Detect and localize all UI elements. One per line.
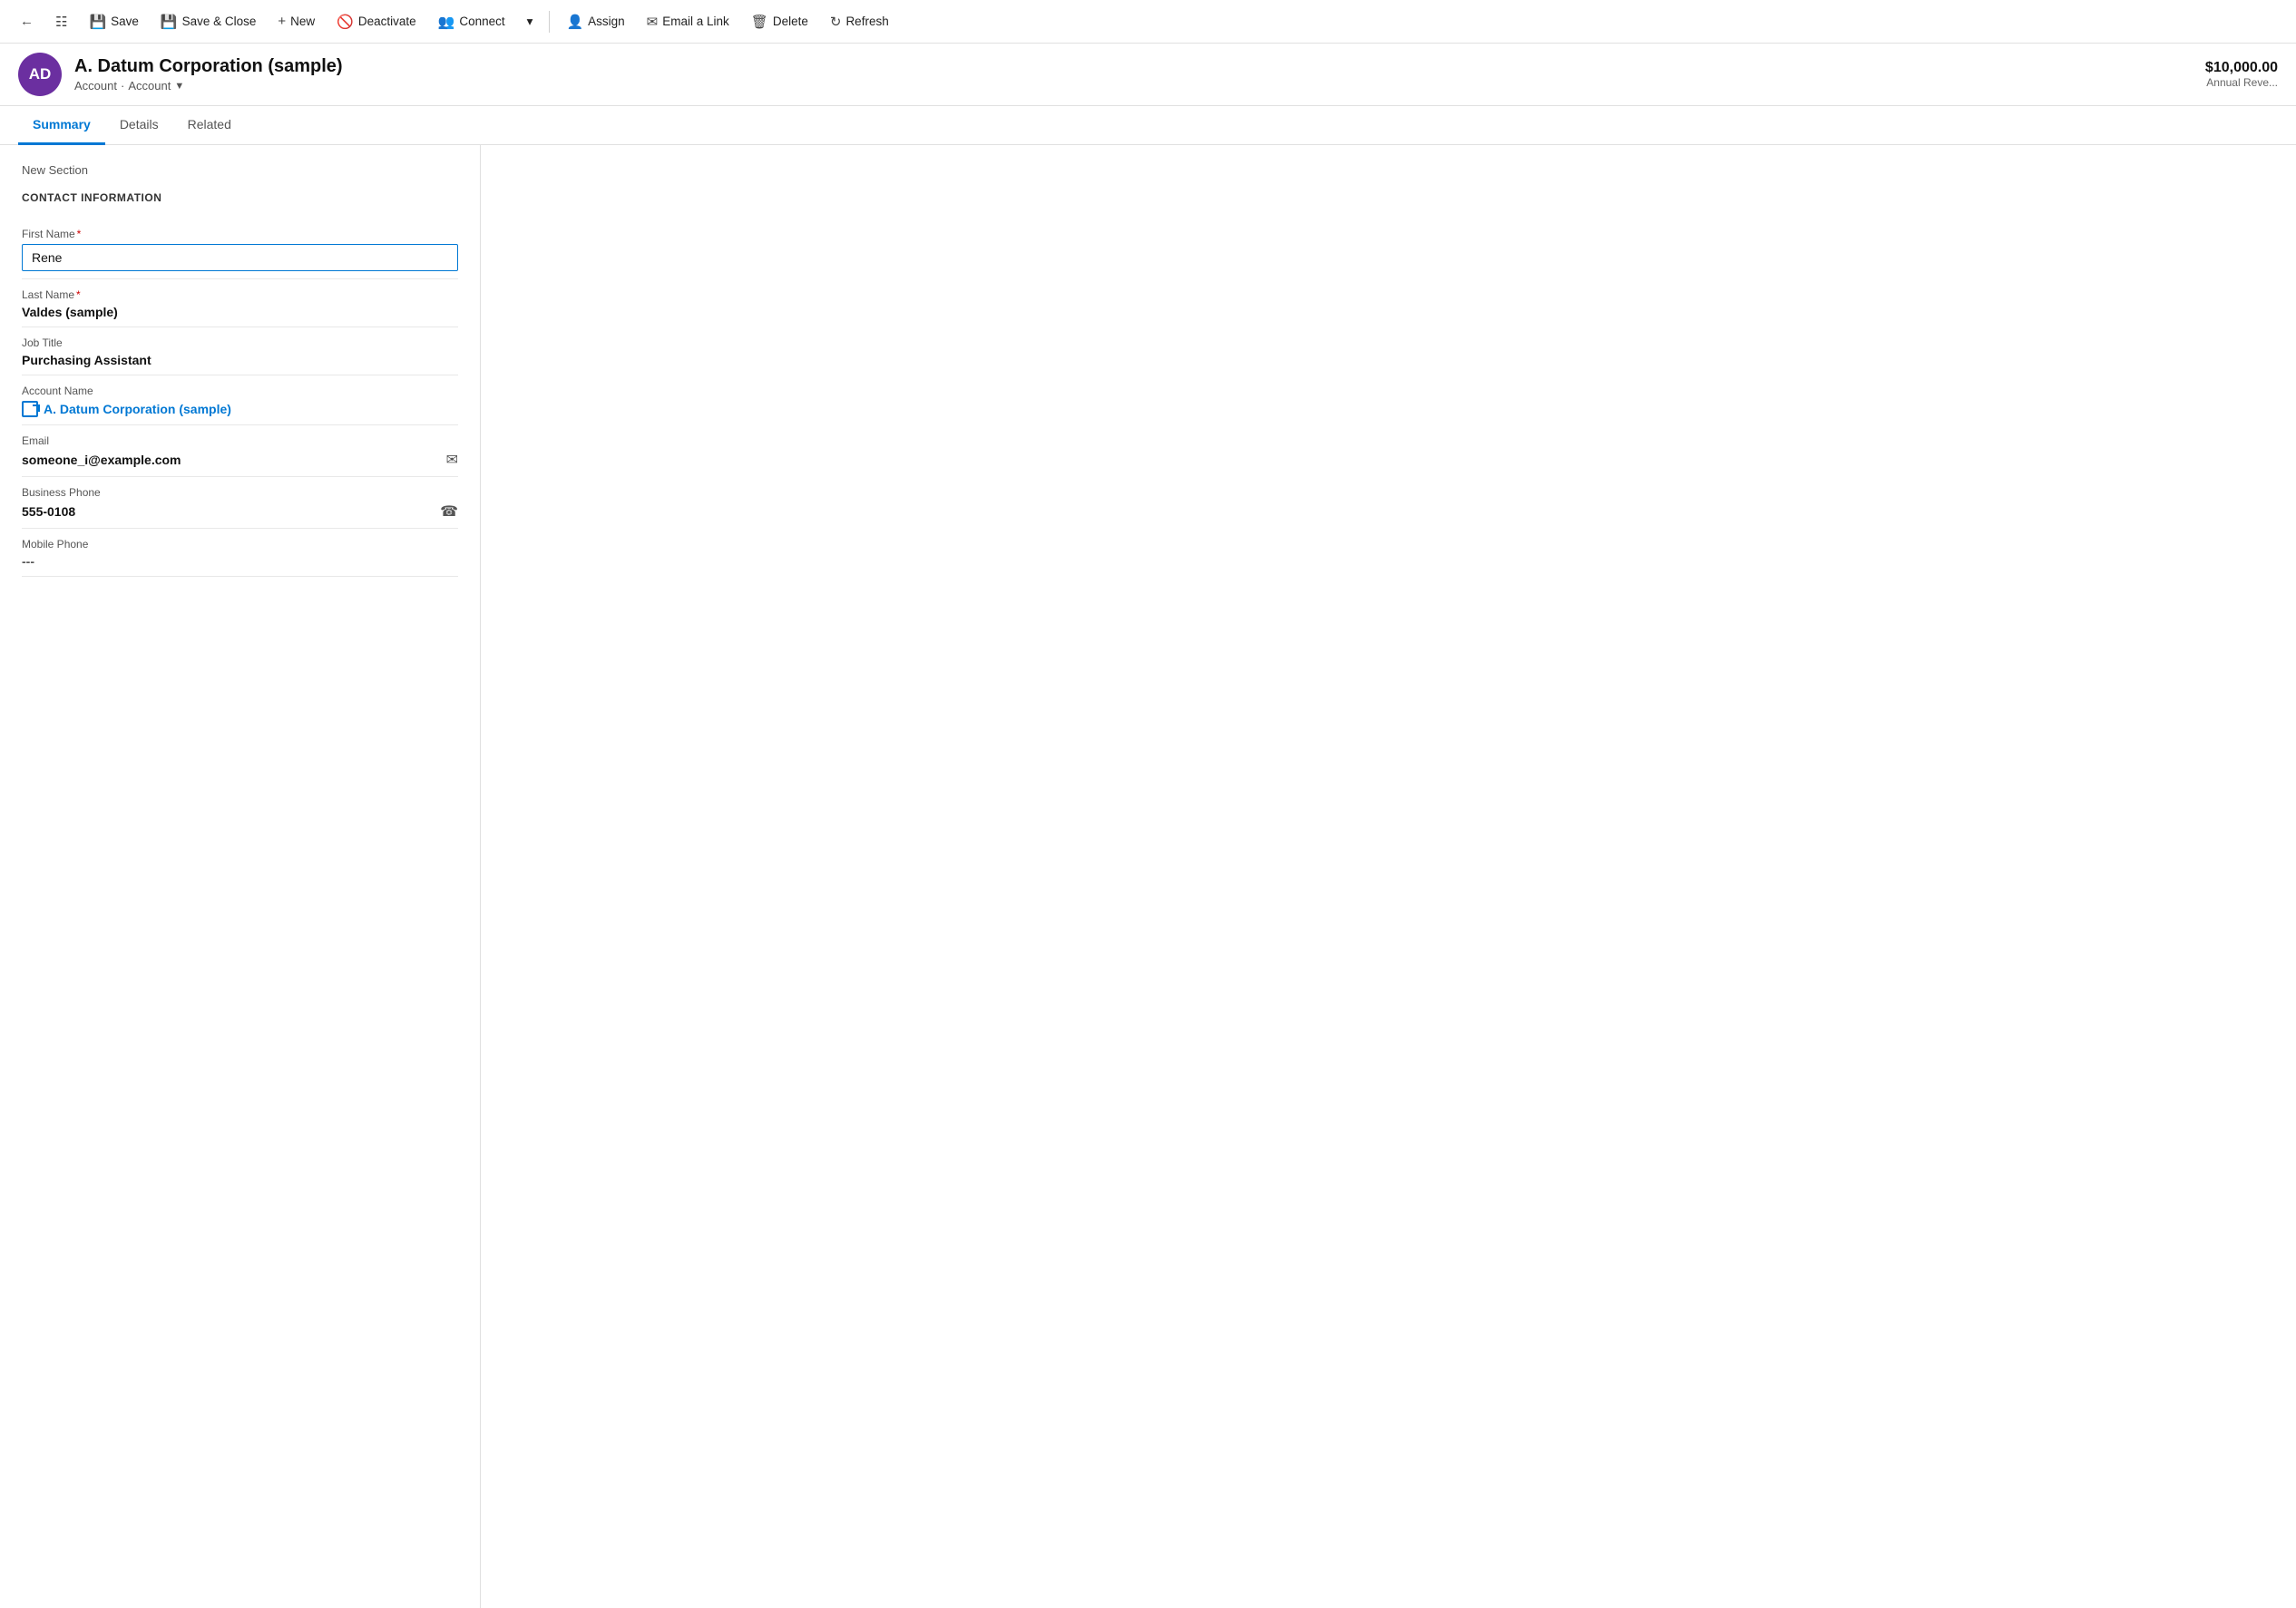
toolbar-divider-1 bbox=[549, 11, 550, 33]
right-panel bbox=[481, 145, 2296, 1608]
assign-icon: 👤 bbox=[566, 14, 583, 30]
tab-details[interactable]: Details bbox=[105, 106, 173, 145]
first-name-required-star: * bbox=[77, 228, 82, 240]
tab-related-label: Related bbox=[188, 117, 231, 132]
email-field-row: someone_i@example.com ✉ bbox=[22, 451, 458, 469]
record-icon-button[interactable]: ☷ bbox=[46, 8, 76, 35]
avatar: AD bbox=[18, 53, 62, 96]
deactivate-icon: 🚫 bbox=[337, 14, 354, 30]
toolbar: ← ☷ 💾 Save 💾 Save & Close + New 🚫 Deacti… bbox=[0, 0, 2296, 44]
save-close-label: Save & Close bbox=[182, 15, 257, 28]
field-business-phone: Business Phone 555-0108 ☎ bbox=[22, 477, 458, 529]
field-email: Email someone_i@example.com ✉ bbox=[22, 425, 458, 477]
back-button[interactable]: ← bbox=[11, 8, 43, 34]
entity-revenue-label: Annual Reve... bbox=[2205, 76, 2278, 89]
entity-header-left: AD A. Datum Corporation (sample) Account… bbox=[18, 53, 343, 96]
entity-header-right: $10,000.00 Annual Reve... bbox=[2205, 60, 2278, 89]
business-phone-value: 555-0108 bbox=[22, 504, 75, 519]
entity-info: A. Datum Corporation (sample) Account · … bbox=[74, 56, 343, 93]
contact-fields: First Name * Last Name * Valdes (sample)… bbox=[22, 219, 458, 577]
save-close-button[interactable]: 💾 Save & Close bbox=[151, 8, 265, 35]
account-name-value: A. Datum Corporation (sample) bbox=[44, 402, 231, 416]
field-job-title: Job Title Purchasing Assistant bbox=[22, 327, 458, 375]
last-name-required-star: * bbox=[76, 288, 81, 301]
delete-button[interactable]: 🗑 Delete bbox=[742, 8, 817, 35]
tab-summary[interactable]: Summary bbox=[18, 106, 105, 145]
field-mobile-phone: Mobile Phone --- bbox=[22, 529, 458, 577]
main-content: New Section CONTACT INFORMATION First Na… bbox=[0, 145, 2296, 1608]
entity-header: AD A. Datum Corporation (sample) Account… bbox=[0, 44, 2296, 106]
email-action-icon[interactable]: ✉ bbox=[446, 451, 458, 469]
job-title-value: Purchasing Assistant bbox=[22, 353, 458, 367]
email-link-label: Email a Link bbox=[662, 15, 729, 28]
refresh-label: Refresh bbox=[845, 15, 888, 28]
tab-related[interactable]: Related bbox=[173, 106, 246, 145]
delete-label: Delete bbox=[773, 15, 808, 28]
tab-summary-label: Summary bbox=[33, 117, 91, 132]
account-name-link[interactable]: A. Datum Corporation (sample) bbox=[22, 401, 458, 417]
connect-icon: 👥 bbox=[438, 14, 455, 30]
breadcrumb-separator: · bbox=[121, 79, 124, 93]
field-last-name: Last Name * Valdes (sample) bbox=[22, 279, 458, 327]
entity-subtitle: Account · Account ▼ bbox=[74, 79, 343, 93]
email-link-icon: ✉ bbox=[647, 14, 659, 30]
field-mobile-phone-label: Mobile Phone bbox=[22, 538, 458, 551]
field-email-label: Email bbox=[22, 434, 458, 447]
business-phone-field-row: 555-0108 ☎ bbox=[22, 502, 458, 521]
record-icon: ☷ bbox=[55, 14, 67, 30]
back-icon: ← bbox=[20, 14, 34, 29]
refresh-button[interactable]: ↻ Refresh bbox=[821, 8, 898, 35]
save-close-icon: 💾 bbox=[161, 14, 178, 30]
tabs-bar: Summary Details Related bbox=[0, 106, 2296, 145]
phone-action-icon[interactable]: ☎ bbox=[440, 502, 458, 521]
field-account-name: Account Name A. Datum Corporation (sampl… bbox=[22, 375, 458, 425]
connect-button[interactable]: 👥 Connect bbox=[429, 8, 514, 35]
field-first-name-label: First Name * bbox=[22, 228, 458, 240]
assign-button[interactable]: 👤 Assign bbox=[557, 8, 633, 35]
deactivate-label: Deactivate bbox=[358, 15, 416, 28]
first-name-input[interactable] bbox=[22, 244, 458, 271]
account-link-icon bbox=[22, 401, 38, 417]
email-value: someone_i@example.com bbox=[22, 453, 181, 467]
tab-details-label: Details bbox=[120, 117, 159, 132]
save-label: Save bbox=[111, 15, 139, 28]
more-chevron-icon: ▾ bbox=[527, 15, 533, 29]
save-button[interactable]: 💾 Save bbox=[80, 8, 147, 35]
contact-section-title: CONTACT INFORMATION bbox=[22, 191, 458, 204]
field-last-name-label: Last Name * bbox=[22, 288, 458, 301]
new-button[interactable]: + New bbox=[269, 8, 324, 34]
field-job-title-label: Job Title bbox=[22, 336, 458, 349]
email-link-button[interactable]: ✉ Email a Link bbox=[638, 8, 738, 35]
field-first-name: First Name * bbox=[22, 219, 458, 279]
last-name-value: Valdes (sample) bbox=[22, 305, 458, 319]
connect-label: Connect bbox=[459, 15, 504, 28]
deactivate-button[interactable]: 🚫 Deactivate bbox=[327, 8, 425, 35]
entity-title: A. Datum Corporation (sample) bbox=[74, 56, 343, 77]
breadcrumb-1: Account bbox=[74, 79, 117, 93]
field-business-phone-label: Business Phone bbox=[22, 486, 458, 499]
breadcrumb-2: Account bbox=[128, 79, 171, 93]
refresh-icon: ↻ bbox=[830, 14, 842, 30]
entity-revenue: $10,000.00 bbox=[2205, 60, 2278, 76]
new-label: New bbox=[290, 15, 315, 28]
new-icon: + bbox=[278, 14, 286, 29]
breadcrumb-chevron-icon[interactable]: ▼ bbox=[174, 81, 184, 92]
save-icon: 💾 bbox=[89, 14, 106, 30]
delete-icon: 🗑 bbox=[751, 14, 768, 30]
assign-label: Assign bbox=[588, 15, 625, 28]
field-account-name-label: Account Name bbox=[22, 385, 458, 397]
mobile-phone-value: --- bbox=[22, 554, 458, 569]
more-button[interactable]: ▾ bbox=[518, 9, 542, 34]
new-section-header: New Section bbox=[22, 163, 458, 177]
left-panel: New Section CONTACT INFORMATION First Na… bbox=[0, 145, 481, 1608]
